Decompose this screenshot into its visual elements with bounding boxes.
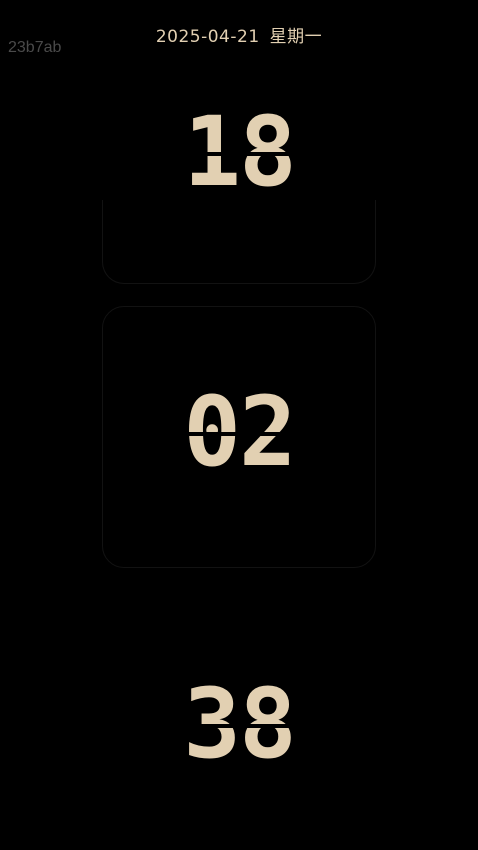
seconds-split-line [160, 724, 320, 728]
flip-card-upper-frame [102, 200, 376, 284]
hours-split-line [160, 152, 320, 156]
weekday-text: 星期一 [269, 27, 323, 47]
date-display: 2025-04-21 星期一 [0, 22, 478, 47]
date-text: 2025-04-21 [155, 27, 260, 47]
minutes-split-line [160, 432, 320, 436]
build-id-label: 23b7ab [8, 39, 62, 56]
